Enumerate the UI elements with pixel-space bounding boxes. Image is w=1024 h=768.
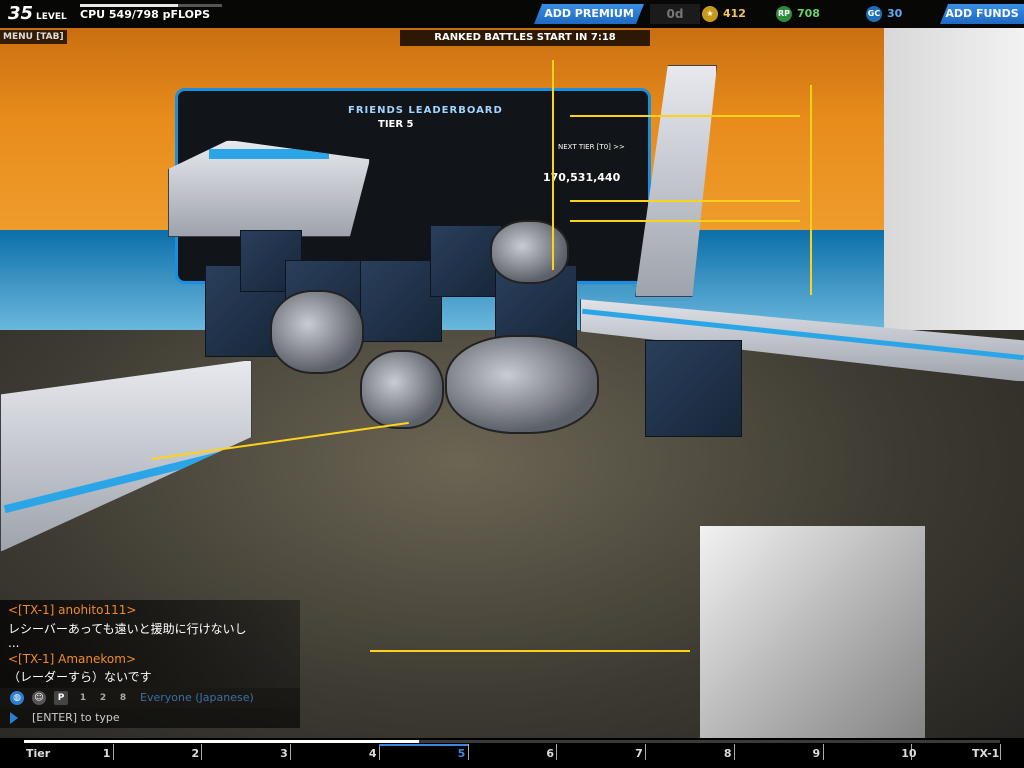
tier-tick [290,744,292,760]
add-premium-button[interactable]: ADD PREMIUM [534,4,644,24]
leaderboard-header: FRIENDS LEADERBOARD [348,105,503,116]
tier-tick [112,744,114,760]
chat-sender: <[TX-1] anohito111> [8,603,137,617]
top-hud-bar: 35 LEVEL CPU 549/798 pFLOPS ADD PREMIUM … [0,0,1024,28]
cpu-bar [80,4,222,7]
party-member-icon: 1 [79,693,87,703]
tier-label: 6 [546,747,555,760]
leaderboard-tier: TIER 5 [378,119,414,130]
globe-icon[interactable]: ◍ [10,691,24,705]
add-funds-button[interactable]: ADD FUNDS [940,4,1024,24]
tier-label: 9 [812,747,821,760]
clan-icon[interactable]: ☺ [32,691,46,705]
chat-panel: <[TX-1] anohito111> レシーバーあっても遠いと援助に行けないし… [0,600,300,688]
building-cube [700,526,925,768]
ranked-battles-timer: RANKED BATTLES START IN 7:18 [400,30,650,46]
current-tier-highlight [378,744,468,746]
tier-tick [645,744,647,760]
player-level: 35 [8,3,34,24]
leaderboard-score: 170,531,440 [543,171,621,184]
chat-input[interactable]: [ENTER] to type [0,708,300,728]
tier-label: TX-1 [972,747,1000,760]
tier-tick [378,744,380,760]
tier-tick [1000,744,1001,760]
party-icon[interactable]: P [54,691,68,705]
tier-tick [733,744,735,760]
party-member-icon: 2 [99,693,107,703]
tier-tick [467,744,469,760]
rp-currency: RP 708 [776,4,820,24]
robits-currency: ★ 412 [702,4,746,24]
tier-label: 10 [901,747,917,760]
guide-line [810,85,812,295]
tier-label: 7 [635,747,643,760]
tier-progress-bar: Tier 1 2 3 4 5 6 7 8 9 10 TX-1 [0,738,1024,768]
guide-line [370,650,690,652]
player-level-label: LEVEL [36,12,67,22]
robits-amount: 412 [723,7,746,20]
chat-channel-bar: ◍ ☺ P 1 2 8 Everyone (Japanese) [0,688,300,708]
robot-body [205,220,750,437]
tier-label: 4 [368,747,377,760]
tier-bar-title: Tier [26,747,51,760]
tier-progress-fill [24,740,420,743]
tier-label: 8 [723,747,732,760]
robits-star-icon: ★ [702,6,718,22]
rp-amount: 708 [797,7,820,20]
tier-label: 3 [280,747,288,760]
gc-amount: 30 [887,7,903,20]
chat-input-hint: [ENTER] to type [32,711,120,724]
play-arrow-icon [10,712,18,724]
guide-line [570,200,800,202]
premium-days: 0d [650,4,700,24]
tier-tick [556,744,558,760]
tier-progress-track [24,740,1000,743]
hangar-sign-wall [884,28,1024,358]
guide-line [570,115,800,117]
guide-line [552,60,554,270]
gc-icon: GC [866,6,882,22]
guide-line [570,220,800,222]
cpu-bar-fill [80,4,178,7]
tier-label: 2 [191,747,200,760]
chat-channel-label[interactable]: Everyone (Japanese) [140,691,254,704]
party-member-icon: 8 [119,693,127,703]
cpu-readout: CPU 549/798 pFLOPS [80,8,211,21]
gc-currency: GC 30 [866,4,902,24]
tier-label: 1 [102,747,111,760]
chat-message: レシーバーあっても遠いと援助に行けないし [8,622,247,636]
tier-label: 5 [457,747,466,760]
tier-tick [822,744,824,760]
chat-message: （レーダーすら）ないです [8,670,152,684]
menu-tab-button[interactable]: MENU [TAB] [0,30,67,44]
chat-sender: <[TX-1] Amanekom> [8,652,136,666]
rp-icon: RP [776,6,792,22]
chat-message: ... [8,636,20,650]
tier-tick [201,744,203,760]
leaderboard-next-tier: NEXT TIER [T0] >> [558,143,625,151]
